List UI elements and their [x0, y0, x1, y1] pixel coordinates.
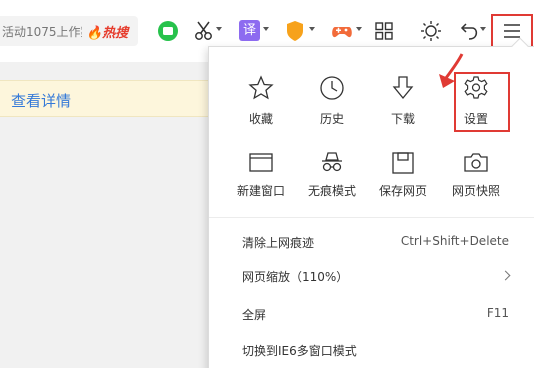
game-dropdown-icon[interactable] [356, 27, 362, 31]
menu-new-window[interactable]: 新建窗口 [223, 150, 299, 220]
grid-label: 保存网页 [378, 184, 427, 198]
list-label: 清除上网痕迹 [242, 236, 315, 250]
window-icon [249, 153, 273, 172]
hot-search-tag[interactable]: 🔥热搜 [86, 22, 128, 41]
scissors-icon[interactable] [194, 20, 214, 42]
save-icon [392, 152, 414, 174]
menu-snapshot[interactable]: 网页快照 [438, 150, 514, 220]
menu-clear-history[interactable]: 清除上网痕迹 Ctrl+Shift+Delete [209, 227, 534, 257]
shield-icon[interactable] [285, 20, 305, 42]
translate-icon[interactable]: 译 [239, 20, 260, 41]
annotation-arrow-icon [439, 53, 464, 88]
menu-history[interactable]: 历史 [294, 75, 370, 145]
menu-fullscreen[interactable]: 全屏 F11 [209, 299, 534, 329]
chevron-right-icon [500, 270, 511, 281]
shield-dropdown-icon[interactable] [309, 27, 315, 31]
undo-dropdown-icon[interactable] [480, 27, 486, 31]
grid-label: 新建窗口 [236, 184, 285, 198]
shortcut-label: F11 [486, 306, 509, 320]
menu-ie6-mode[interactable]: 切换到IE6多窗口模式 [209, 335, 534, 365]
menu-zoom[interactable]: 网页缩放（110%） [209, 261, 534, 291]
main-menu-button[interactable] [491, 14, 533, 48]
grid-label: 历史 [319, 112, 344, 126]
incognito-icon [322, 152, 342, 172]
undo-icon[interactable] [457, 20, 479, 42]
menu-incognito[interactable]: 无痕模式 [294, 150, 370, 220]
translate-dropdown-icon[interactable] [263, 27, 269, 31]
camera-icon [464, 153, 488, 172]
search-text: 活动1075上作案 [2, 25, 82, 39]
menu-favorites[interactable]: 收藏 [223, 75, 299, 145]
star-icon [248, 75, 274, 100]
download-icon [392, 76, 414, 100]
grid-label: 无痕模式 [307, 184, 356, 198]
list-label: 网页缩放（110%） [242, 270, 349, 284]
menu-divider [209, 217, 534, 218]
chat-icon[interactable] [157, 20, 179, 42]
list-label: 全屏 [242, 308, 267, 322]
clock-icon [320, 76, 344, 100]
view-details-link[interactable]: 查看详情 [11, 90, 71, 111]
brightness-icon[interactable] [420, 20, 442, 42]
grid-label: 下载 [390, 112, 415, 126]
scissors-dropdown-icon[interactable] [216, 27, 222, 31]
main-menu-dropdown: 收藏 历史 下载 设置 新建窗口 无痕模式 保存网页 网页快照 清除上网痕迹 C… [208, 37, 534, 368]
menu-save-page[interactable]: 保存网页 [365, 150, 441, 220]
grid-label: 网页快照 [451, 184, 500, 198]
apps-grid-icon[interactable] [375, 20, 393, 42]
shortcut-label: Ctrl+Shift+Delete [400, 234, 509, 248]
hamburger-icon [504, 24, 520, 38]
grid-label: 收藏 [248, 112, 273, 126]
list-label: 切换到IE6多窗口模式 [242, 344, 357, 358]
gamepad-icon[interactable] [331, 20, 353, 42]
menu-download[interactable]: 下载 [365, 75, 441, 145]
hot-search-box[interactable]: 活动1075上作案 🔥热搜 [0, 16, 138, 46]
